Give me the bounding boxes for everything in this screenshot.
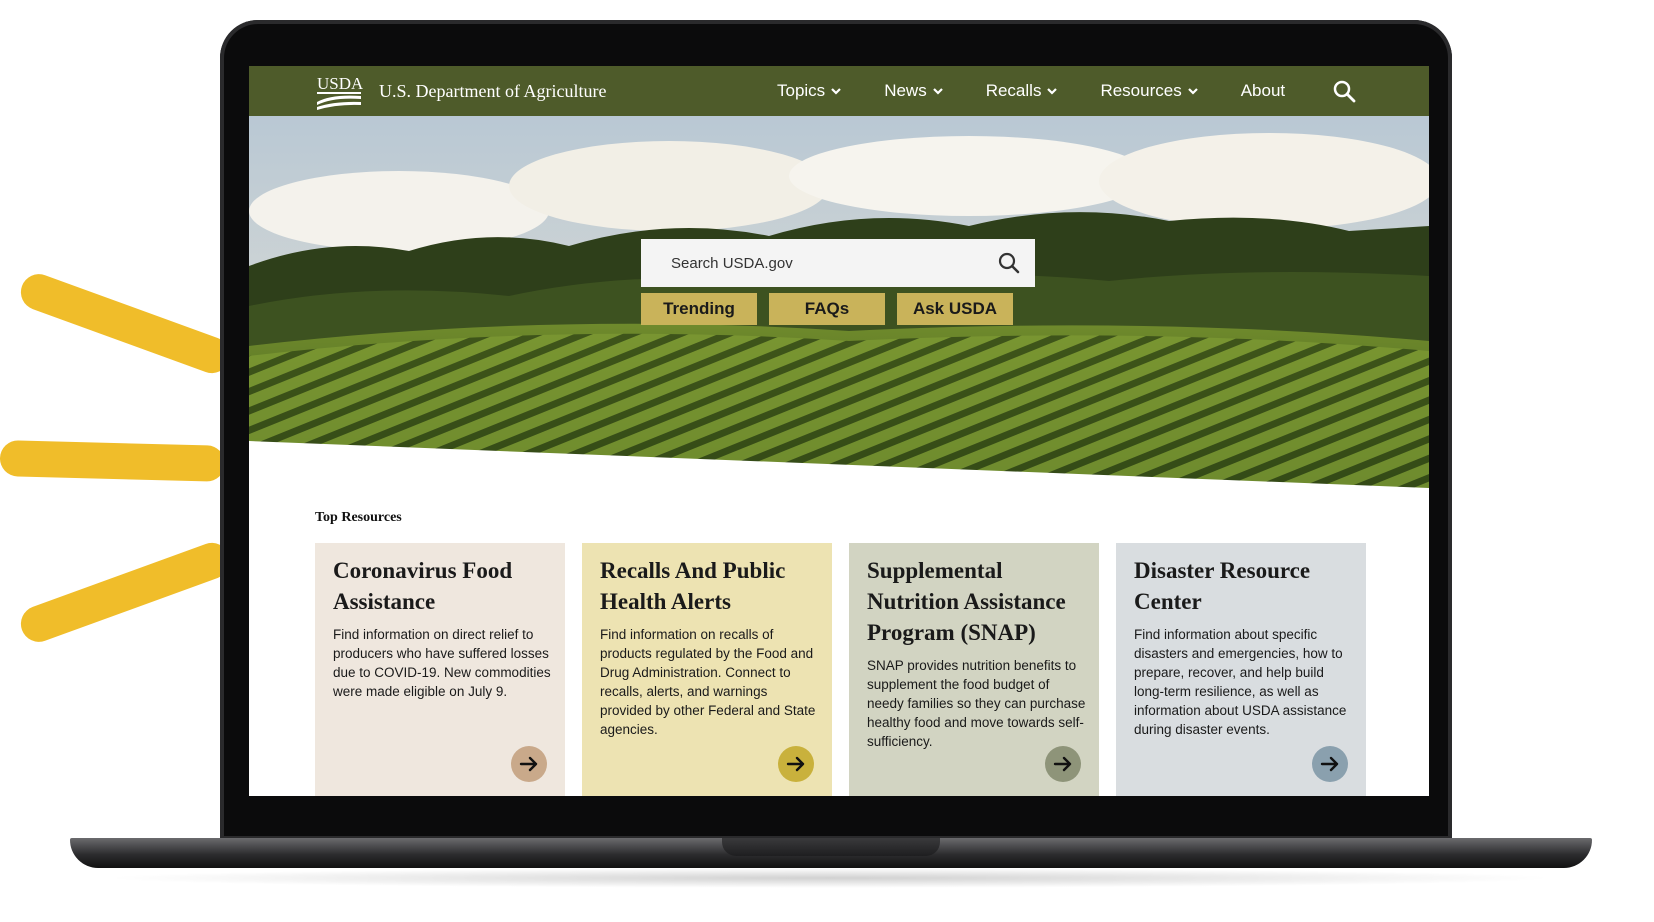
search-input[interactable]: [669, 253, 993, 273]
card-body: Find information on recalls of products …: [600, 627, 816, 737]
resource-card-recalls[interactable]: Recalls And Public Health Alerts Find in…: [582, 543, 832, 796]
nav-recalls-label: Recalls: [985, 81, 1042, 100]
resource-card-disaster[interactable]: Disaster Resource Center Find informatio…: [1116, 543, 1366, 796]
decorative-ray: [0, 440, 226, 482]
nav-news[interactable]: News: [884, 81, 944, 101]
chevron-down-icon: [1187, 88, 1198, 95]
card-title: Supplemental Nutrition Assistance Progra…: [867, 558, 1066, 645]
card-title: Coronavirus Food Assistance: [333, 558, 513, 614]
nav-about[interactable]: About: [1241, 81, 1285, 101]
card-arrow-button[interactable]: [1045, 746, 1081, 782]
card-title: Recalls And Public Health Alerts: [600, 558, 786, 614]
hero-banner: Trending FAQs Ask USDA: [249, 116, 1429, 496]
nav-topics[interactable]: Topics: [777, 81, 842, 101]
agency-name[interactable]: U.S. Department of Agriculture: [379, 81, 606, 102]
card-body: Find information about specific disaster…: [1134, 627, 1347, 737]
nav-recalls[interactable]: Recalls: [986, 81, 1059, 101]
laptop-notch: [722, 838, 940, 856]
arrow-right-icon: [1053, 756, 1072, 772]
card-arrow-button[interactable]: [511, 746, 547, 782]
nav-news-label: News: [884, 81, 927, 100]
arrow-right-icon: [786, 756, 805, 772]
card-arrow-button[interactable]: [1312, 746, 1348, 782]
decorative-ray: [15, 269, 235, 379]
decorative-ray: [15, 537, 235, 647]
arrow-right-icon: [519, 756, 538, 772]
card-body: Find information on direct relief to pro…: [333, 627, 551, 699]
laptop-shadow: [100, 868, 1560, 888]
browser-screen: USDA U.S. Department of Agriculture Topi…: [249, 66, 1429, 796]
search-icon[interactable]: [1332, 79, 1356, 103]
site-header: USDA U.S. Department of Agriculture Topi…: [249, 66, 1429, 116]
nav-topics-label: Topics: [777, 81, 826, 100]
resource-card-snap[interactable]: Supplemental Nutrition Assistance Progra…: [849, 543, 1099, 796]
quick-link-trending[interactable]: Trending: [641, 293, 757, 325]
nav-resources-label: Resources: [1100, 81, 1182, 100]
quick-link-ask-usda[interactable]: Ask USDA: [897, 293, 1013, 325]
arrow-right-icon: [1320, 756, 1339, 772]
quick-link-faqs[interactable]: FAQs: [769, 293, 885, 325]
usda-logo-text: USDA: [317, 74, 363, 93]
main-nav: Topics News Recalls Resources About: [777, 66, 1327, 116]
top-resources-heading: Top Resources: [315, 510, 402, 525]
nav-resources[interactable]: Resources: [1100, 81, 1198, 101]
card-title: Disaster Resource Center: [1134, 558, 1311, 614]
site-search: [641, 239, 1035, 287]
card-arrow-button[interactable]: [778, 746, 814, 782]
usda-logo[interactable]: USDA: [315, 74, 364, 110]
chevron-down-icon: [831, 88, 841, 95]
resource-card-coronavirus[interactable]: Coronavirus Food Assistance Find informa…: [315, 543, 565, 796]
chevron-down-icon: [932, 88, 943, 95]
search-icon[interactable]: [997, 251, 1021, 275]
card-body: SNAP provides nutrition benefits to supp…: [867, 658, 1086, 749]
chevron-down-icon: [1047, 88, 1058, 95]
nav-about-label: About: [1240, 81, 1286, 100]
